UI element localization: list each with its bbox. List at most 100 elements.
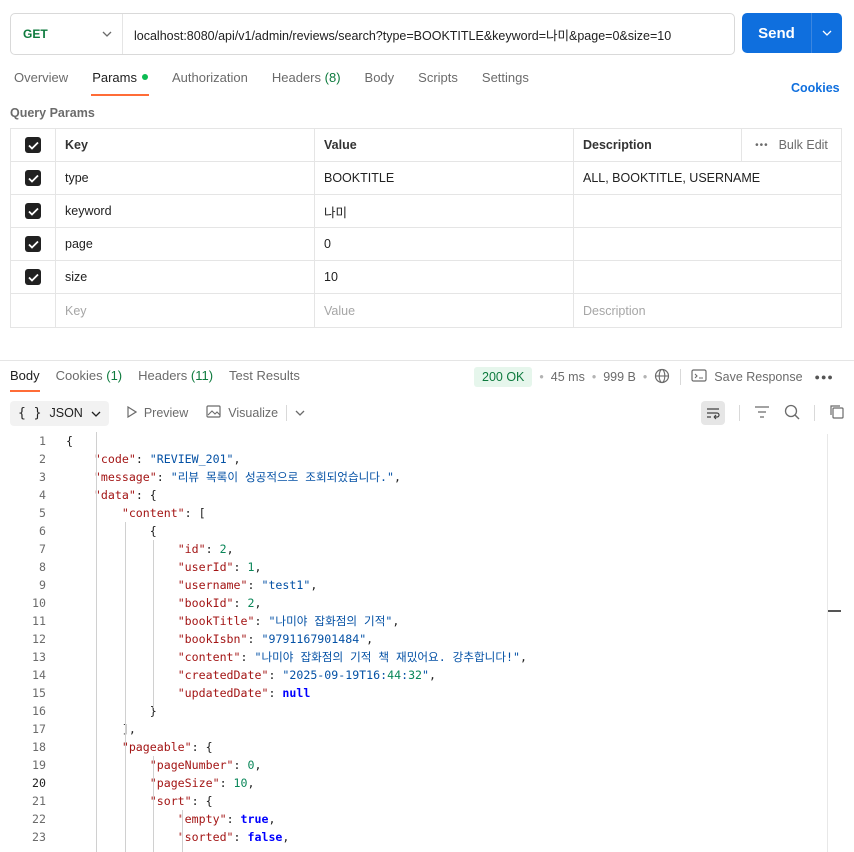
tab-params-label: Params (92, 70, 137, 85)
code-scrollbar[interactable] (827, 434, 828, 852)
param-key[interactable]: keyword (56, 195, 315, 227)
line-number: 14 (32, 668, 46, 682)
table-row: type BOOKTITLE ALL, BOOKTITLE, USERNAME (11, 162, 841, 195)
code-line: 15 "updatedDate": null (0, 684, 854, 702)
response-tab-body-label: Body (10, 368, 40, 383)
code-line: 22 "empty": true, (0, 810, 854, 828)
row-checkbox[interactable] (25, 170, 41, 186)
status-badge[interactable]: 200 OK (474, 367, 533, 387)
save-response-button[interactable]: Save Response (691, 369, 803, 385)
line-number: 5 (39, 506, 46, 520)
select-all-cell (11, 129, 56, 161)
code-line: 16 } (0, 702, 854, 720)
code-text: "content": "나미야 잡화점의 기적 책 재밌어요. 강추합니다!", (177, 650, 527, 664)
select-all-checkbox[interactable] (25, 137, 41, 153)
line-number: 10 (32, 596, 46, 610)
param-description[interactable]: ALL, BOOKTITLE, USERNAME (574, 162, 841, 194)
response-tab-cookies[interactable]: Cookies (1) (56, 368, 122, 392)
code-line: 1{ (0, 432, 854, 450)
tab-headers[interactable]: Headers (8) (272, 70, 341, 96)
param-value[interactable]: 10 (315, 261, 574, 293)
param-value[interactable]: 나미 (315, 195, 574, 227)
new-value-input[interactable]: Value (315, 294, 574, 327)
divider (814, 405, 815, 421)
request-url-bar: GET localhost:8080/api/v1/admin/reviews/… (10, 13, 735, 55)
tab-overview-label: Overview (14, 70, 69, 85)
format-label: JSON (49, 406, 83, 420)
line-number: 11 (32, 614, 46, 628)
code-text: "updatedDate": null (177, 686, 311, 700)
wrap-lines-icon[interactable] (701, 401, 725, 425)
format-selector[interactable]: { } JSON (10, 400, 109, 426)
tab-params[interactable]: Params (91, 70, 149, 96)
bulk-edit-label: Bulk Edit (778, 138, 828, 152)
response-tab-test-results-label: Test Results (229, 368, 300, 383)
tab-headers-label: Headers (271, 70, 322, 85)
cookies-link[interactable]: Cookies (791, 81, 840, 95)
response-body-code[interactable]: 1{2 "code": "REVIEW_201", 3 "message": "리… (0, 432, 854, 846)
visualize-options-chevron-icon[interactable] (286, 405, 305, 421)
row-checkbox[interactable] (25, 203, 41, 219)
response-time[interactable]: 45 ms (551, 370, 585, 384)
code-line: 18 "pageable": { (0, 738, 854, 756)
search-icon[interactable] (784, 404, 800, 423)
line-number: 12 (32, 632, 46, 646)
visualize-button[interactable]: Visualize (206, 405, 278, 421)
tab-settings[interactable]: Settings (482, 70, 529, 96)
tab-body[interactable]: Body (365, 70, 395, 96)
indent-guide (153, 540, 154, 708)
code-text: "content": [ (121, 506, 206, 520)
param-description[interactable] (574, 228, 841, 260)
more-options-icon[interactable]: ●●● (815, 372, 834, 382)
code-text: "bookIsbn": "9791167901484", (177, 632, 374, 646)
line-number: 4 (39, 488, 46, 502)
tab-authorization[interactable]: Authorization (172, 70, 248, 96)
send-options-chevron-icon[interactable] (811, 13, 842, 53)
tab-scripts[interactable]: Scripts (418, 70, 458, 96)
request-tabs: Overview Params Authorization Headers (8… (14, 70, 553, 96)
param-description[interactable] (574, 195, 841, 227)
method-selector[interactable]: GET (11, 14, 123, 54)
line-number: 21 (32, 794, 46, 808)
response-tab-test-results[interactable]: Test Results (229, 368, 300, 392)
new-key-input[interactable]: Key (56, 294, 315, 327)
code-line: 7 "id": 2, (0, 540, 854, 558)
json-braces-icon: { } (18, 405, 42, 421)
param-key[interactable]: size (56, 261, 315, 293)
bulk-edit-button[interactable]: ••• Bulk Edit (741, 129, 841, 161)
globe-icon[interactable] (654, 368, 670, 387)
new-description-input[interactable]: Description (574, 294, 841, 327)
chevron-down-icon (91, 406, 101, 420)
code-text: { (66, 434, 73, 448)
scrollbar-thumb[interactable] (828, 610, 841, 612)
filter-icon[interactable] (754, 405, 770, 422)
pane-divider[interactable] (0, 360, 854, 361)
code-line: 2 "code": "REVIEW_201", (0, 450, 854, 468)
code-line: 3 "message": "리뷰 목록이 성공적으로 조회되었습니다.", (0, 468, 854, 486)
response-size[interactable]: 999 B (603, 370, 636, 384)
row-checkbox[interactable] (25, 269, 41, 285)
line-number: 8 (39, 560, 46, 574)
line-number: 1 (39, 434, 46, 448)
divider (680, 369, 682, 385)
param-key[interactable]: page (56, 228, 315, 260)
param-key[interactable]: type (56, 162, 315, 194)
preview-button[interactable]: Preview (127, 405, 188, 421)
save-response-label: Save Response (714, 370, 803, 384)
response-tab-headers[interactable]: Headers (11) (138, 368, 213, 392)
line-number: 15 (32, 686, 46, 700)
line-number: 19 (32, 758, 46, 772)
response-tab-body[interactable]: Body (10, 368, 40, 392)
params-active-dot-icon (141, 74, 148, 80)
url-input[interactable]: localhost:8080/api/v1/admin/reviews/sear… (123, 25, 671, 44)
copy-icon[interactable] (829, 404, 844, 422)
table-row: keyword 나미 (11, 195, 841, 228)
code-text: "pageSize": 10, (149, 776, 255, 790)
param-value[interactable]: 0 (315, 228, 574, 260)
tab-overview[interactable]: Overview (14, 70, 68, 96)
row-checkbox[interactable] (25, 236, 41, 252)
param-value[interactable]: BOOKTITLE (315, 162, 574, 194)
line-number: 2 (39, 452, 46, 466)
param-description[interactable] (574, 261, 841, 293)
send-button[interactable]: Send (742, 13, 842, 53)
